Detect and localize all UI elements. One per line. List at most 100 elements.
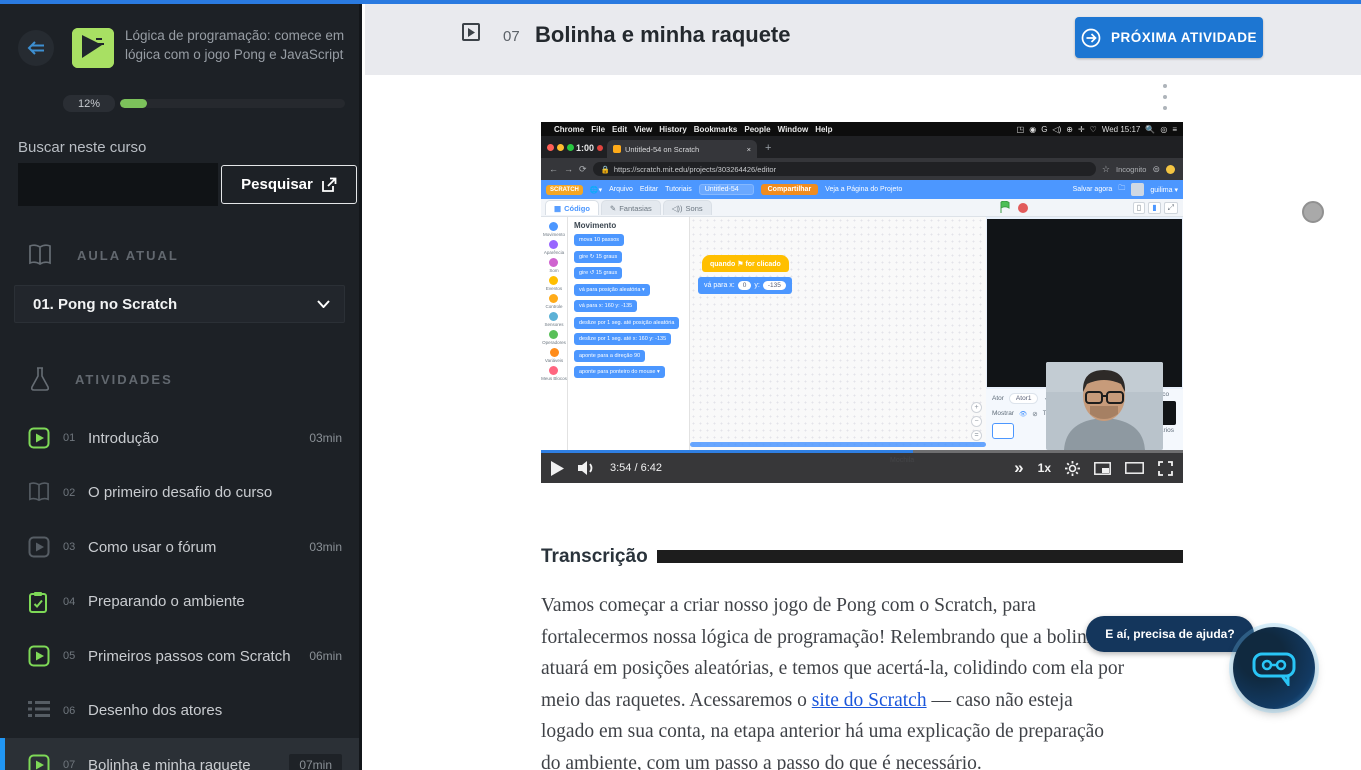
- activity-title: Como usar o fórum: [88, 539, 309, 556]
- video-browser-tabbar: 1:00 Untitled-54 on Scratch × +: [541, 136, 1183, 158]
- video-browser-urlbar: ← → ⟳ 🔒 https://scratch.mit.edu/projects…: [541, 158, 1183, 180]
- transcript-heading-bar: [657, 550, 1183, 563]
- collapse-sidebar-button[interactable]: [18, 30, 54, 66]
- chevron-down-icon: [317, 300, 330, 308]
- cursor-highlight-dot: [1166, 165, 1175, 174]
- progress-bar: [120, 99, 345, 108]
- scratch-category: Som: [549, 258, 558, 273]
- activity-title: Primeiros passos com Scratch: [88, 648, 309, 665]
- book-icon: [28, 244, 52, 266]
- mac-menubar-status-icons: ◳◉G◁)⊕✛♡ Wed 15:17 🔍◎≡: [1017, 125, 1177, 134]
- palette-block: vá para x: 160 y: -135: [574, 300, 637, 312]
- activity-number: 04: [63, 596, 85, 608]
- miniplayer-button[interactable]: [1094, 462, 1111, 475]
- back-arrow-icon: [26, 40, 46, 56]
- lock-icon: 🔒: [601, 165, 610, 174]
- zoom-out-icon: −: [971, 416, 982, 427]
- scratch-project-page-link: Veja a Página do Projeto: [825, 186, 902, 193]
- scratch-site-link[interactable]: site do Scratch: [812, 690, 927, 711]
- scratch-menu-editar: Editar: [640, 186, 658, 193]
- course-logo-icon: [72, 28, 114, 68]
- activity-item-04[interactable]: 04 Preparando o ambiente: [0, 575, 359, 630]
- activity-title: Desenho dos atores: [88, 702, 342, 719]
- palette-blocks: mova 10 passosgire ↻ 15 grausgire ↺ 15 g…: [574, 234, 689, 378]
- fullscreen-button[interactable]: [1158, 461, 1173, 476]
- activities-section-header: ATIVIDADES: [30, 367, 173, 391]
- tab-title: Untitled-54 on Scratch: [625, 145, 743, 154]
- scratch-category: Variáveis: [545, 348, 563, 363]
- video-activity-icon: [28, 427, 50, 449]
- current-lesson-section-header: AULA ATUAL: [28, 244, 179, 266]
- palette-block: gire ↻ 15 graus: [574, 251, 622, 263]
- scratch-category: Sensores: [544, 312, 563, 327]
- activity-item-02[interactable]: 02 O primeiro desafio do curso: [0, 466, 359, 521]
- progress-percent-badge: 12%: [63, 95, 115, 112]
- go-to-xy-block: vá para x: 0 y: -135: [698, 277, 792, 294]
- kebab-dot: [1163, 95, 1167, 99]
- next-activity-button[interactable]: PRÓXIMA ATIVIDADE: [1075, 17, 1263, 58]
- skip-forward-button[interactable]: »: [1014, 458, 1023, 478]
- search-button-label: Pesquisar: [241, 176, 313, 193]
- scratch-project-name-field: Untitled-54: [699, 184, 754, 195]
- mac-close-dot: [547, 144, 554, 151]
- activity-options-menu[interactable]: [1158, 84, 1172, 110]
- activity-item-07[interactable]: 07 Bolinha e minha raquete 07min: [0, 738, 359, 770]
- tab-close-icon: ×: [747, 145, 751, 154]
- scroll-indicator-dot: [1302, 201, 1324, 223]
- palette-category-title: Movimento: [574, 221, 689, 230]
- activity-duration: 06min: [309, 649, 342, 663]
- url-text: https://scratch.mit.edu/projects/3032644…: [614, 165, 776, 174]
- volume-button[interactable]: [578, 461, 596, 475]
- transcript-heading: Transcrição: [541, 546, 648, 568]
- settings-gear-button[interactable]: [1065, 461, 1080, 476]
- url-field: 🔒 https://scratch.mit.edu/projects/30326…: [593, 162, 1096, 176]
- scratch-category: Controle: [545, 294, 562, 309]
- lesson-dropdown[interactable]: 01. Pong no Scratch: [14, 285, 345, 323]
- external-link-icon: [322, 177, 337, 192]
- video-activity-icon: [28, 536, 50, 558]
- tab-favicon: [613, 145, 621, 153]
- activity-item-01[interactable]: 01 Introdução 03min: [0, 411, 359, 466]
- course-page: Lógica de programação: comece em lógica …: [0, 0, 1361, 770]
- scratch-category: Eventos: [546, 276, 562, 291]
- bookmark-star-icon: ☆: [1102, 164, 1110, 175]
- stop-icon: [1018, 203, 1028, 213]
- activity-item-06[interactable]: 06 Desenho dos atores: [0, 684, 359, 739]
- sprite-thumbnail: [992, 423, 1014, 439]
- scratch-menu-arquivo: Arquivo: [609, 186, 633, 193]
- playback-speed-button[interactable]: 1x: [1038, 461, 1051, 475]
- activity-item-05[interactable]: 05 Primeiros passos com Scratch 06min: [0, 629, 359, 684]
- page-title: Bolinha e minha raquete: [535, 22, 791, 48]
- help-bubble[interactable]: E aí, precisa de ajuda?: [1086, 616, 1254, 652]
- activity-item-03[interactable]: 03 Como usar o fórum 03min: [0, 520, 359, 575]
- activity-title: O primeiro desafio do curso: [88, 484, 342, 501]
- play-button[interactable]: [551, 461, 564, 476]
- scratch-code-canvas: quando ⚑ for clicado vá para x: 0 y: -13…: [690, 217, 986, 450]
- scratch-category: Operadores: [542, 330, 566, 345]
- search-input[interactable]: [18, 163, 218, 206]
- video-activity-icon: [28, 754, 50, 770]
- list-activity-icon: [28, 700, 50, 718]
- palette-block: mova 10 passos: [574, 234, 624, 246]
- scratch-tab-fantasias: ✎ Fantasias: [601, 200, 661, 215]
- browser-forward-icon: →: [564, 164, 573, 174]
- video-player[interactable]: ChromeFileEditViewHistoryBookmarksPeople…: [541, 122, 1183, 483]
- transcript-paragraph: Vamos começar a criar nosso jogo de Pong…: [541, 590, 1127, 770]
- palette-block: aponte para a direção 90: [574, 350, 645, 362]
- search-button[interactable]: Pesquisar: [221, 165, 357, 204]
- theater-mode-button[interactable]: [1125, 462, 1144, 474]
- scratch-tab-sons: ◁)) Sons: [663, 200, 712, 215]
- green-flag-icon: [999, 201, 1011, 214]
- video-activity-icon: [462, 23, 480, 41]
- activity-number: 03: [63, 541, 85, 553]
- current-lesson-label: AULA ATUAL: [77, 248, 179, 263]
- kebab-dot: [1163, 84, 1167, 88]
- kebab-dot: [1163, 106, 1167, 110]
- palette-block: aponte para ponteiro do mouse ▾: [574, 366, 665, 378]
- help-chat-button[interactable]: [1233, 627, 1315, 709]
- activity-number: 01: [63, 432, 85, 444]
- browser-reload-icon: ⟳: [579, 164, 587, 175]
- incognito-label: Incognito: [1116, 165, 1146, 174]
- lesson-dropdown-value: 01. Pong no Scratch: [33, 296, 177, 313]
- scratch-share-button: Compartilhar: [761, 184, 819, 195]
